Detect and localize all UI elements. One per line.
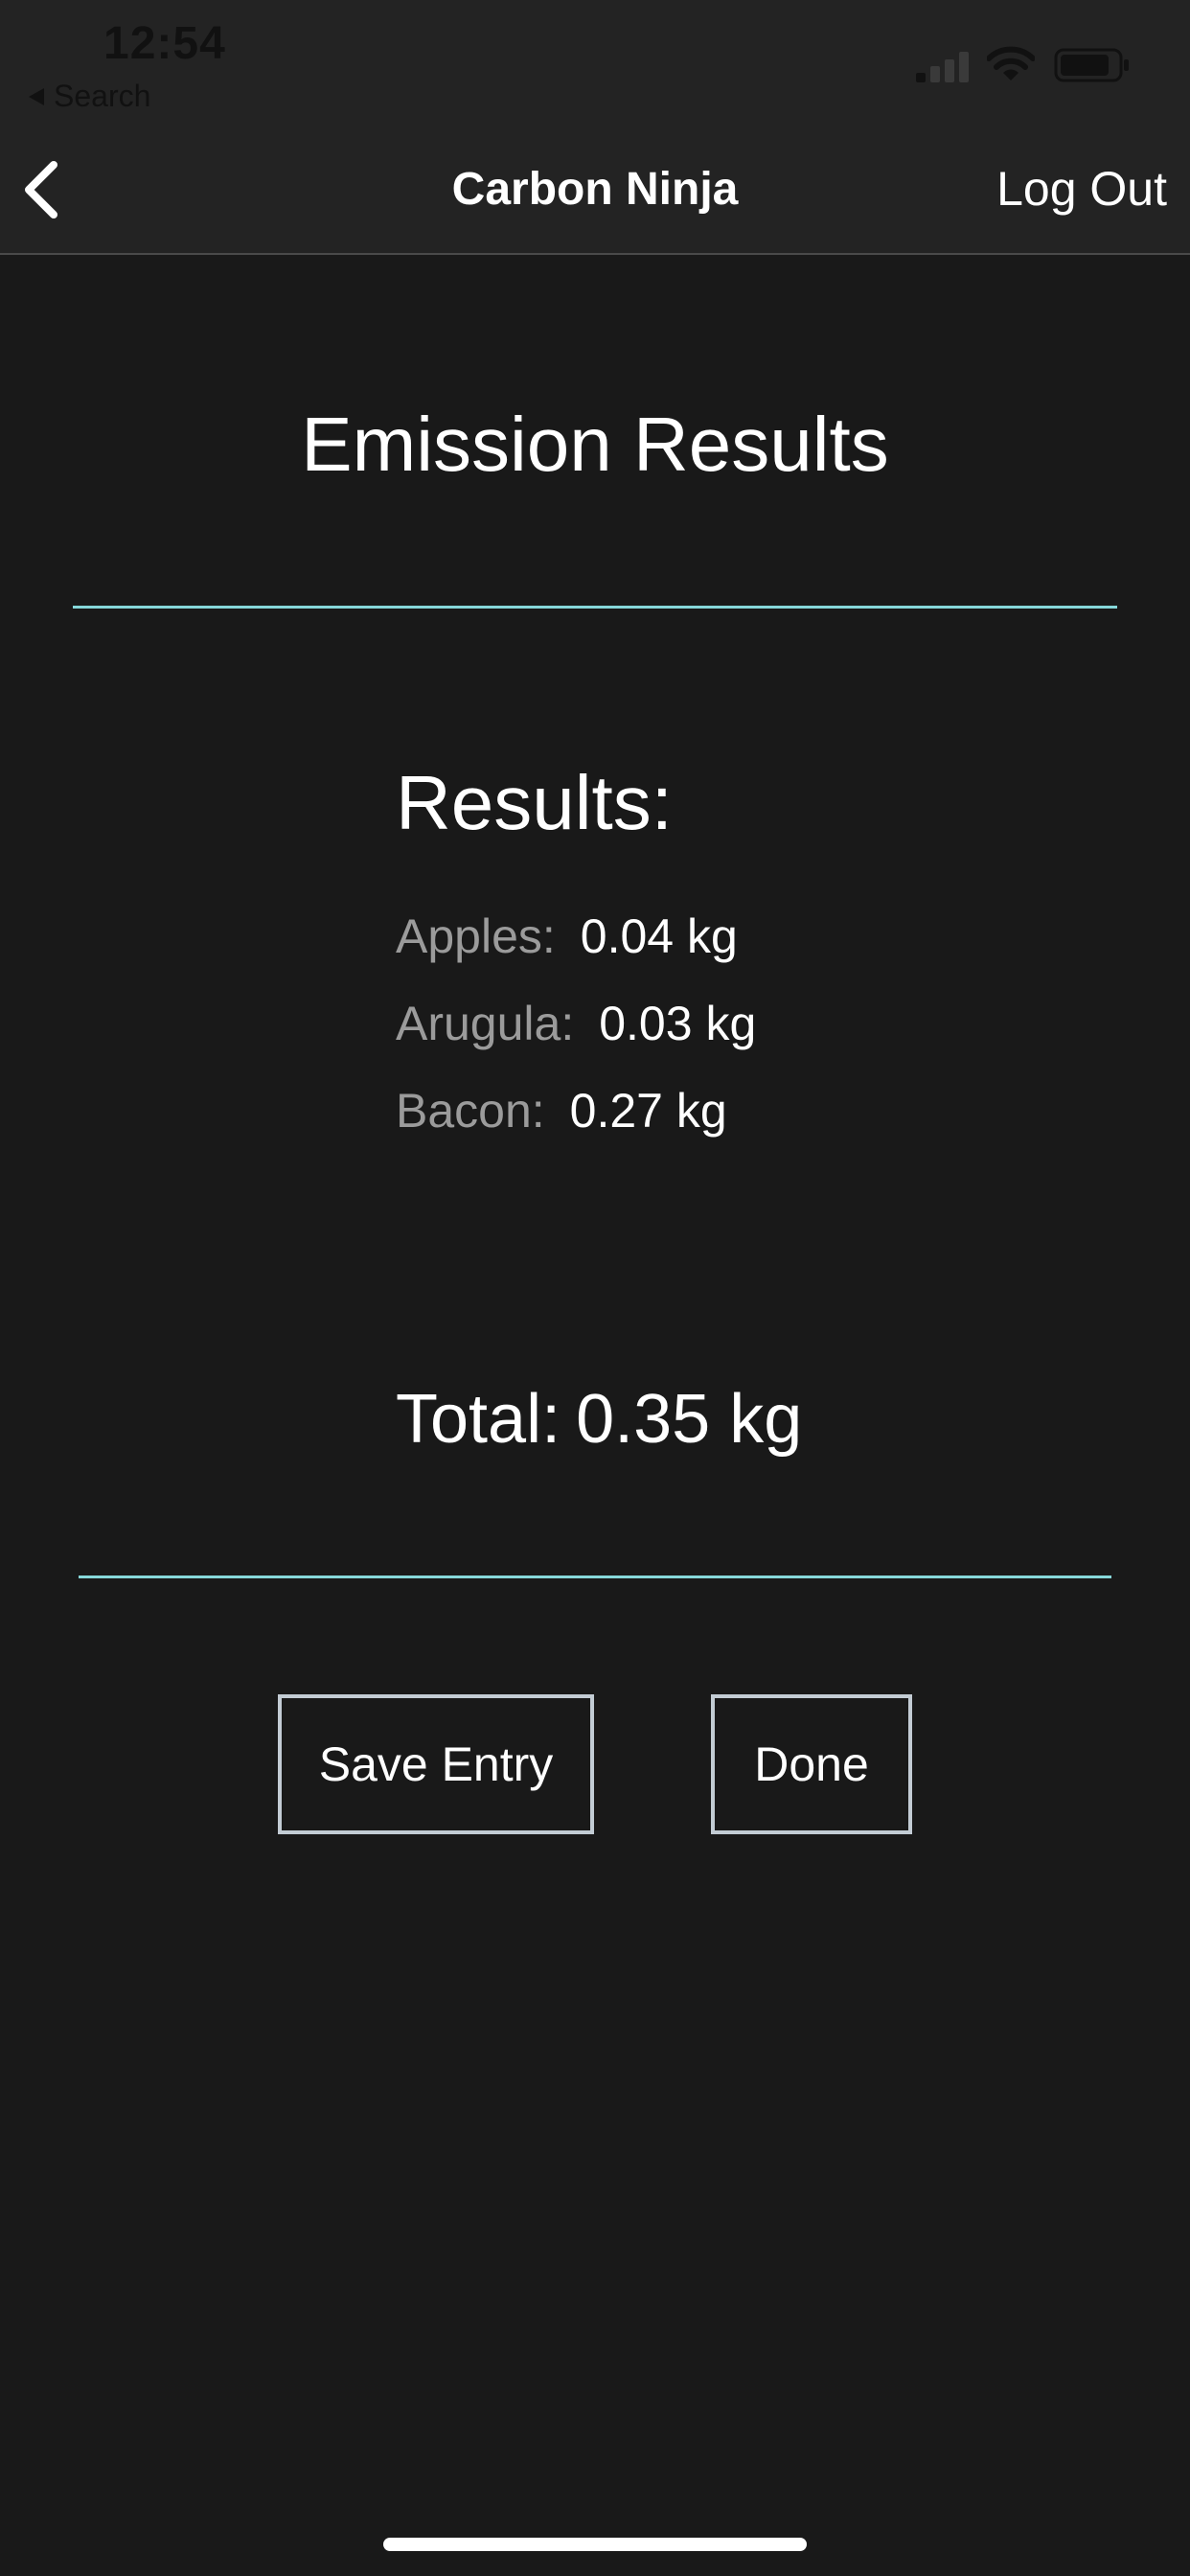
status-back-to-app[interactable]: Search — [29, 79, 150, 114]
bottom-divider — [79, 1576, 1111, 1578]
battery-icon — [1054, 48, 1129, 82]
result-item-label: Apples: — [396, 909, 556, 963]
status-bar: 12:54 Search — [0, 0, 1190, 126]
home-indicator[interactable] — [383, 2538, 807, 2551]
total-value: 0.35 kg — [576, 1381, 803, 1458]
result-item-label: Arugula: — [396, 997, 575, 1050]
result-item-value: 0.27 kg — [569, 1084, 727, 1138]
result-item: Apples: 0.04 kg — [396, 908, 738, 964]
total-row: Total: 0.35 kg — [396, 1380, 802, 1459]
status-time: 12:54 — [103, 18, 226, 69]
result-item: Bacon: 0.27 kg — [396, 1083, 727, 1138]
done-button[interactable]: Done — [711, 1694, 912, 1834]
log-out-button[interactable]: Log Out — [996, 161, 1167, 217]
page-title: Emission Results — [301, 402, 889, 487]
result-item: Arugula: 0.03 kg — [396, 996, 756, 1051]
signal-icon — [916, 52, 969, 82]
results-heading: Results: — [396, 760, 673, 845]
total-label: Total: — [396, 1381, 561, 1458]
result-item-label: Bacon: — [396, 1084, 545, 1138]
wifi-icon — [987, 46, 1035, 80]
status-back-label: Search — [54, 79, 151, 113]
result-item-value: 0.03 kg — [599, 997, 757, 1050]
top-divider — [73, 606, 1117, 609]
result-item-value: 0.04 kg — [580, 909, 738, 963]
navigation-bar: Carbon Ninja Log Out — [0, 126, 1190, 255]
back-triangle-icon — [29, 87, 44, 105]
save-entry-button[interactable]: Save Entry — [278, 1694, 594, 1834]
